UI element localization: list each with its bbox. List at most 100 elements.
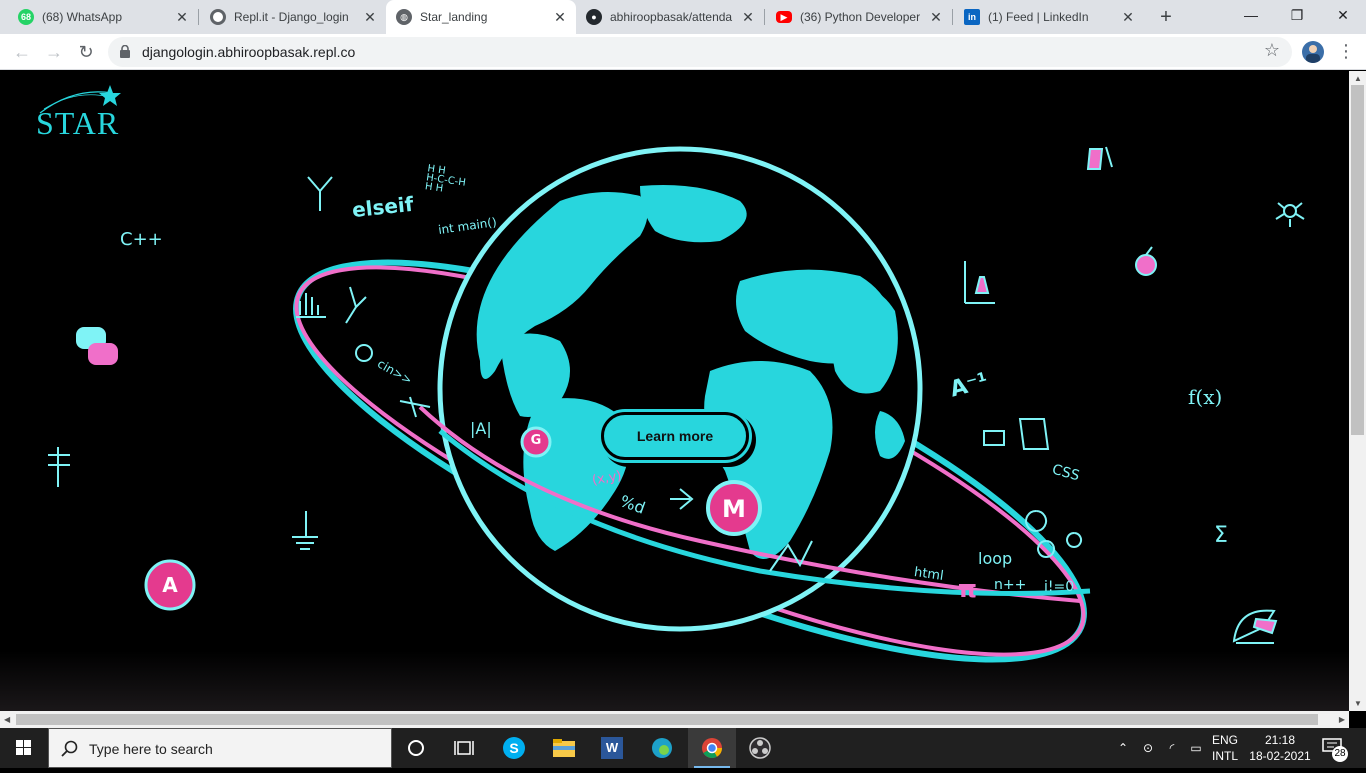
close-tab-icon[interactable]: ✕	[552, 9, 568, 26]
lang-code: ENG	[1212, 733, 1239, 747]
taskbar-search-box[interactable]: Type here to search	[48, 728, 392, 768]
profile-avatar[interactable]	[1302, 41, 1324, 63]
chrome-icon	[702, 738, 722, 758]
globe-icon: ◍	[396, 9, 412, 25]
menu-dots-icon[interactable]: ⋮	[1336, 40, 1356, 62]
replit-icon	[210, 9, 226, 25]
badge-a-label: A	[162, 573, 178, 597]
fx-doodle: f(x)	[1188, 385, 1223, 409]
skype-icon: S	[503, 737, 525, 759]
close-tab-icon[interactable]: ✕	[174, 9, 190, 26]
whatsapp-icon: 68	[18, 9, 34, 25]
input-language[interactable]: ENG INTL	[1212, 732, 1238, 764]
skype-taskbar-icon[interactable]: S	[490, 728, 538, 768]
file-explorer-taskbar-icon[interactable]	[540, 728, 588, 768]
forward-button[interactable]: →	[40, 38, 68, 66]
taskbar-clock[interactable]: 21:18 18-02-2021	[1248, 732, 1312, 764]
meet-now-icon[interactable]: ⊙	[1136, 741, 1160, 755]
close-tab-icon[interactable]: ✕	[740, 9, 756, 26]
tab-github[interactable]: ● abhiroopbasak/attenda ✕	[576, 0, 764, 34]
windows-logo-icon	[16, 740, 31, 755]
back-button[interactable]: ←	[8, 38, 36, 66]
github-icon: ●	[586, 9, 602, 25]
hero-illustration	[48, 146, 1305, 663]
bookmark-star-icon[interactable]: ☆	[1264, 40, 1280, 61]
scroll-left-arrow-icon[interactable]: ◀	[4, 715, 10, 724]
tab-whatsapp[interactable]: 68 (68) WhatsApp ✕	[8, 0, 198, 34]
obs-icon	[749, 737, 771, 759]
word-icon: W	[601, 737, 623, 759]
horizontal-scroll-thumb[interactable]	[16, 714, 1318, 725]
edge-taskbar-icon[interactable]	[638, 728, 686, 768]
tab-title: Repl.it - Django_login	[234, 10, 349, 24]
wifi-icon[interactable]: ◜	[1160, 741, 1184, 755]
badge-m-label: M	[722, 495, 746, 523]
close-tab-icon[interactable]: ✕	[928, 9, 944, 26]
close-window-button[interactable]: ✕	[1320, 0, 1366, 30]
url-text: djangologin.abhiroopbasak.repl.co	[142, 44, 356, 60]
tab-title: (1) Feed | LinkedIn	[988, 10, 1089, 24]
word-taskbar-icon[interactable]: W	[588, 728, 636, 768]
windows-taskbar: Type here to search S W ⌃ ⊙ ◜ ▭ ENG INTL…	[0, 728, 1366, 768]
tab-linkedin[interactable]: in (1) Feed | LinkedIn ✕	[954, 0, 1144, 34]
sigma-doodle: Σ	[1214, 523, 1228, 548]
linkedin-icon: in	[964, 9, 980, 25]
tab-divider	[198, 9, 199, 25]
browser-toolbar: ← → ↻ djangologin.abhiroopbasak.repl.co …	[0, 34, 1366, 70]
edge-icon	[652, 738, 672, 758]
tab-youtube[interactable]: ▶ (36) Python Developer ✕	[766, 0, 952, 34]
tab-star-landing[interactable]: ◍ Star_landing ✕	[386, 0, 576, 34]
clock-time: 21:18	[1264, 733, 1296, 747]
loop-doodle: loop	[978, 549, 1013, 568]
search-placeholder: Type here to search	[89, 741, 213, 757]
minimize-button[interactable]: —	[1228, 0, 1274, 30]
cpp-doodle: C++	[120, 229, 163, 250]
learn-more-button[interactable]: Learn more	[601, 412, 749, 460]
notification-count-badge: 28	[1332, 746, 1348, 762]
scroll-down-arrow-icon[interactable]: ▼	[1354, 699, 1362, 708]
restore-button[interactable]: ❐	[1274, 0, 1320, 30]
battery-icon[interactable]: ▭	[1184, 741, 1208, 755]
lang-layout: INTL	[1212, 749, 1239, 763]
address-bar[interactable]: djangologin.abhiroopbasak.repl.co ☆	[108, 37, 1292, 67]
clock-date: 18-02-2021	[1249, 749, 1311, 763]
chrome-taskbar-icon[interactable]	[688, 728, 736, 768]
tab-replit[interactable]: Repl.it - Django_login ✕	[200, 0, 386, 34]
tab-title: (68) WhatsApp	[42, 10, 123, 24]
nplusplus-doodle: n++	[994, 577, 1027, 593]
new-tab-button[interactable]: +	[1154, 5, 1178, 29]
chevron-up-icon[interactable]: ⌃	[1114, 741, 1132, 755]
tab-divider	[764, 9, 765, 25]
tab-divider	[952, 9, 953, 25]
tab-strip: 68 (68) WhatsApp ✕ Repl.it - Django_logi…	[0, 0, 1366, 34]
youtube-icon: ▶	[776, 11, 792, 23]
badge-g-label: G	[530, 433, 542, 448]
tab-title: abhiroopbasak/attenda	[610, 10, 733, 24]
task-view-button[interactable]	[440, 728, 488, 768]
scroll-up-arrow-icon[interactable]: ▲	[1354, 74, 1362, 83]
tab-title: (36) Python Developer	[800, 10, 921, 24]
task-view-icon	[454, 741, 474, 755]
vertical-scroll-thumb[interactable]	[1351, 85, 1364, 435]
python-logo-doodle	[76, 327, 118, 365]
close-tab-icon[interactable]: ✕	[362, 9, 378, 26]
inequality-doodle: i!=0	[1044, 579, 1075, 595]
cortana-button[interactable]	[392, 728, 440, 768]
scroll-right-arrow-icon[interactable]: ▶	[1339, 715, 1345, 724]
lock-icon	[120, 45, 130, 58]
reload-button[interactable]: ↻	[72, 38, 100, 66]
search-icon	[61, 740, 78, 757]
pi-doodle: π	[958, 575, 977, 603]
notification-center-button[interactable]: 28	[1322, 738, 1348, 762]
cortana-circle-icon	[408, 740, 424, 756]
horizontal-scrollbar[interactable]: ◀ ▶	[0, 711, 1349, 728]
close-tab-icon[interactable]: ✕	[1120, 9, 1136, 26]
abs-doodle: |A|	[470, 419, 492, 438]
page-viewport: STAR C++ elseif int main() H H H-C-C-H H…	[0, 71, 1349, 711]
chemistry-doodle: H H H-C-C-H H H	[424, 163, 467, 195]
system-tray: ⌃ ⊙ ◜ ▭	[1114, 728, 1208, 768]
vertical-scrollbar[interactable]: ▲ ▼	[1349, 71, 1366, 711]
start-button[interactable]	[0, 728, 48, 768]
tab-title: Star_landing	[420, 10, 488, 24]
obs-taskbar-icon[interactable]	[736, 728, 784, 768]
